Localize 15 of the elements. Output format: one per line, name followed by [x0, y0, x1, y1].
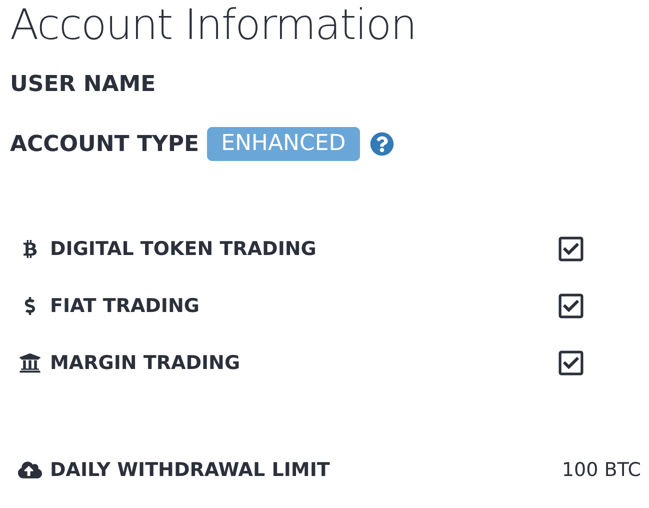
- withdrawal-label: DAILY WITHDRAWAL LIMIT: [50, 458, 330, 483]
- bitcoin-icon: [21, 240, 39, 258]
- withdrawal-value: 100 BTC: [562, 458, 641, 483]
- account-type-label: ACCOUNT TYPE: [10, 130, 200, 158]
- checkbox[interactable]: [557, 349, 585, 377]
- user-name-label: USER NAME: [10, 71, 156, 99]
- bank-icon: [19, 352, 41, 374]
- page-title: Account Information: [10, 0, 418, 46]
- permission-label: DIGITAL TOKEN TRADING: [50, 236, 316, 262]
- account-type-badge: ENHANCED: [207, 127, 360, 161]
- permission-label: MARGIN TRADING: [50, 350, 240, 376]
- permission-label: FIAT TRADING: [50, 294, 200, 319]
- help-icon[interactable]: [370, 132, 394, 156]
- checkbox[interactable]: [557, 235, 585, 263]
- checkbox[interactable]: [557, 292, 585, 320]
